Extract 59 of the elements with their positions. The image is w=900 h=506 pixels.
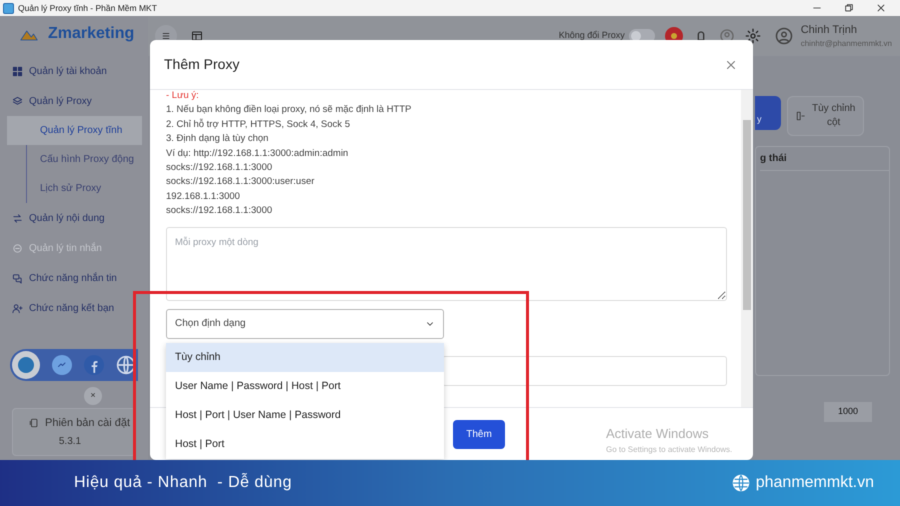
column-header: g thái	[760, 152, 787, 166]
user-email: chinhtr@phanmemmkt.vn	[800, 38, 892, 50]
user-plus-icon	[12, 302, 23, 314]
sidebar-subitem[interactable]: Lịch sử Proxy	[27, 174, 148, 203]
add-button[interactable]: Thêm	[453, 420, 505, 448]
version-label: Phiên bản cài đặt	[45, 416, 130, 431]
note-line: 192.168.1.1:3000	[166, 190, 241, 204]
grid-icon	[12, 66, 23, 76]
menu-icon	[161, 31, 171, 41]
restore-icon	[844, 3, 854, 13]
note-line: Ví dụ: http://192.168.1.1:3000:admin:admin	[166, 146, 350, 161]
dropdown-option[interactable]: Tùy chỉnh	[166, 343, 444, 372]
brand-name: Zmarketing	[48, 24, 134, 44]
avatar-icon	[774, 27, 793, 45]
note-line: socks://192.168.1.1:3000	[166, 161, 274, 176]
sidebar-item[interactable]: Chức năng nhắn tin	[0, 263, 148, 293]
panel-layout-icon	[191, 30, 203, 42]
sidebar-subitem[interactable]: Cấu hình Proxy động	[27, 145, 148, 174]
page-size-field[interactable]: 1000	[824, 402, 872, 422]
close-icon	[876, 3, 886, 13]
sidebar-item[interactable]: Chức năng kết bạn	[0, 293, 148, 323]
window-title: Quản lý Proxy tĩnh - Phần Mềm MKT	[18, 2, 157, 14]
columns-icon	[796, 111, 806, 121]
proxy-toggle-label: Không đổi Proxy	[558, 29, 625, 42]
device-icon	[29, 418, 39, 428]
sidebar-item[interactable]: Quản lý tài khoản	[0, 56, 148, 86]
input-field[interactable]	[442, 356, 727, 386]
dismiss-button[interactable]: ×	[84, 387, 102, 405]
note-line: - Lưu ý:	[166, 89, 200, 103]
scrollbar[interactable]	[741, 90, 753, 407]
swap-arrows-icon	[12, 212, 23, 224]
user-name: Chinh Trịnh	[800, 22, 858, 38]
version-number: 5.3.1	[58, 434, 82, 448]
dropdown-option[interactable]: User Name | Password | Host | Port	[166, 372, 444, 401]
customize-columns-button[interactable]: Tùy chỉnh cột	[787, 96, 864, 136]
close-icon	[725, 58, 737, 70]
action-button[interactable]: y	[755, 96, 781, 130]
layers-icon	[12, 96, 23, 106]
note-line: 1. Nếu bạn không điền loại proxy, nó sẽ mặc định là HTTP	[166, 103, 412, 118]
app-logo-icon	[3, 2, 14, 14]
format-select[interactable]: Chọn định dạng	[166, 308, 444, 339]
note-line: socks://192.168.1.1:3000	[166, 204, 274, 218]
sidebar-item[interactable]: Quản lý nội dung	[0, 203, 148, 233]
note-line: 3. Định dạng là tùy chọn	[166, 132, 270, 146]
sidebar-subitem[interactable]: Quản lý Proxy tĩnh	[7, 116, 142, 145]
messages-icon	[12, 272, 23, 284]
settings-icon	[744, 28, 761, 44]
activation-notice-text: Go to Settings to activate Windows.	[606, 444, 732, 456]
activation-notice-title: Activate Windows	[606, 425, 710, 443]
dropdown-option[interactable]: Host | Port | User Name | Password	[166, 401, 444, 430]
globe-icon	[732, 474, 750, 492]
banner-slogan: Hiệu quả - Nhanh - Dễ dùng	[74, 472, 292, 493]
modal-title: Thêm Proxy	[164, 55, 240, 74]
sidebar-item[interactable]: Quản lý Proxy	[0, 86, 148, 116]
proxy-list-field[interactable]: Mỗi proxy một dòng	[166, 226, 727, 301]
note-line: socks://192.168.1.1:3000:user:user	[166, 175, 316, 190]
dropdown-option[interactable]: Host | Port	[166, 430, 444, 459]
banner-site: phanmemmkt.vn	[756, 473, 874, 493]
note-line: 2. Chỉ hỗ trợ HTTP, HTTPS, Sock 4, Sock 5	[166, 118, 351, 132]
